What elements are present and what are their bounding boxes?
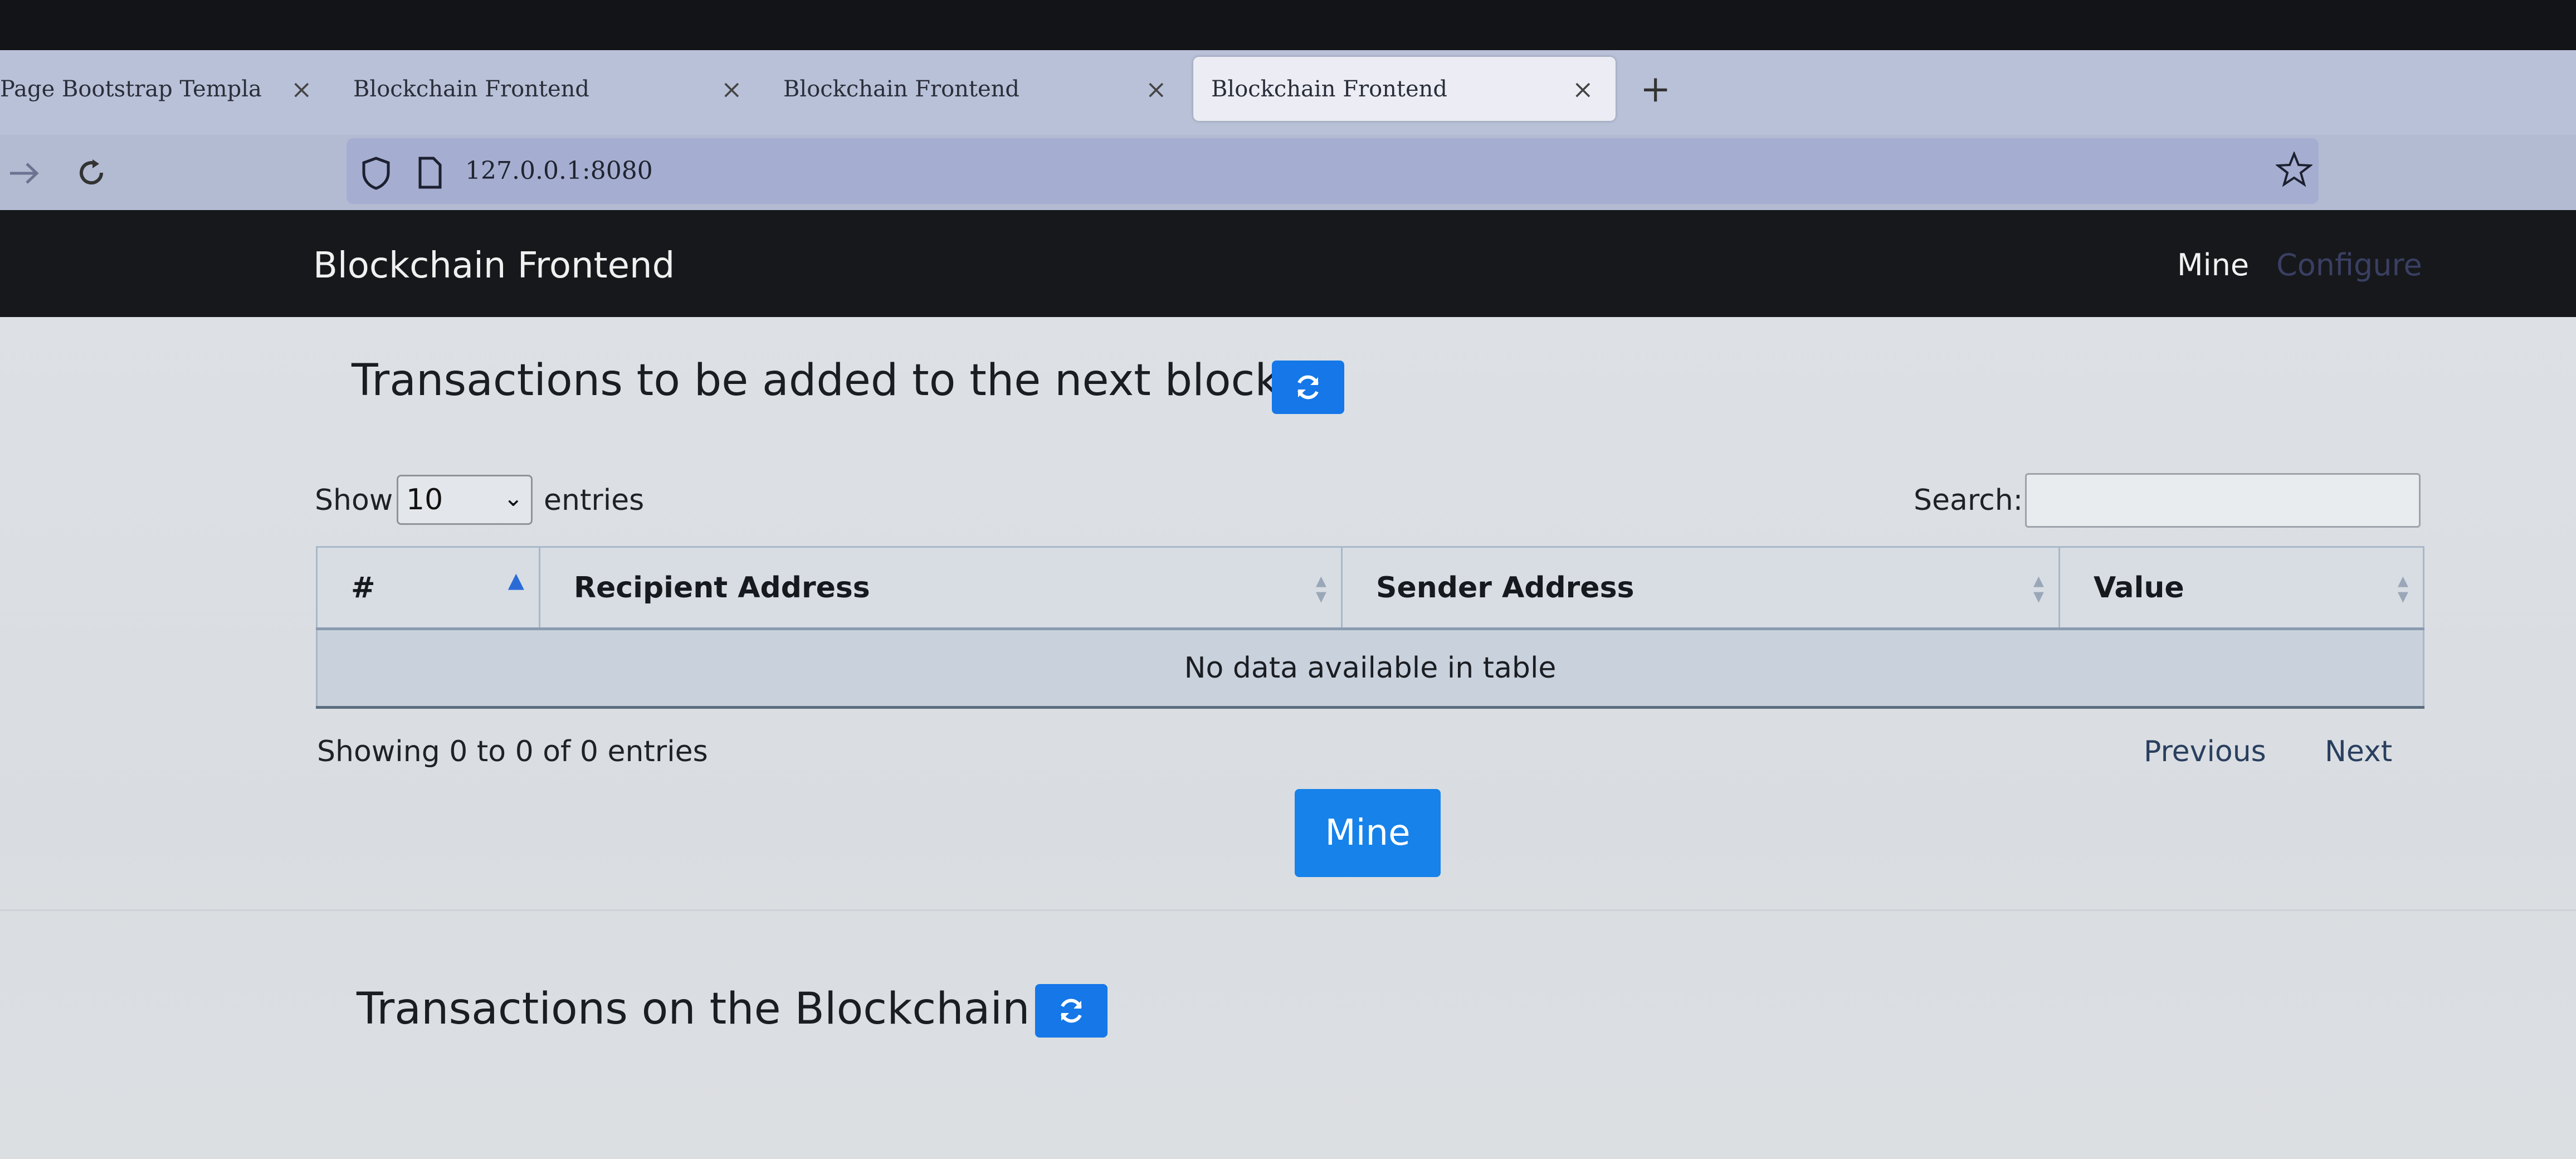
pagination-next[interactable]: Next: [2325, 735, 2392, 768]
column-label: Value: [2094, 571, 2184, 605]
close-icon[interactable]: ×: [291, 74, 313, 104]
page-length-value: 10: [406, 483, 443, 517]
star-icon[interactable]: [2276, 152, 2312, 187]
close-icon[interactable]: ×: [1572, 74, 1594, 104]
table-row: No data available in table: [316, 628, 2424, 709]
tab-title: Page Bootstrap Template: [0, 76, 262, 102]
page-icon: [418, 157, 442, 189]
tab-title: Blockchain Frontend: [353, 76, 590, 102]
forward-arrow-icon[interactable]: [8, 159, 41, 187]
tab-title: Blockchain Frontend: [783, 76, 1020, 102]
sort-asc-icon: ▲: [508, 568, 524, 592]
column-header-number[interactable]: # ▲: [316, 546, 540, 630]
sort-icon: ▴ ▾: [2397, 568, 2408, 608]
empty-table-message: No data available in table: [316, 628, 2424, 709]
nav-link-configure[interactable]: Configure: [2276, 247, 2422, 283]
screen-bezel: [0, 0, 2576, 50]
tab-2[interactable]: Blockchain Frontend ×: [353, 57, 754, 121]
pending-transactions-title: Transactions to be added to the next blo…: [352, 356, 1280, 406]
column-label: #: [351, 571, 375, 605]
show-label: Show: [315, 484, 393, 517]
pagination-previous[interactable]: Previous: [2144, 735, 2266, 768]
search-input[interactable]: [2025, 473, 2421, 528]
blockchain-transactions-title: Transactions on the Blockchain: [357, 984, 1030, 1034]
entries-label: entries: [544, 484, 645, 517]
sort-icon: ▴ ▾: [1315, 568, 1326, 608]
table-info: Showing 0 to 0 of 0 entries: [317, 735, 708, 768]
reload-icon[interactable]: [74, 155, 109, 191]
table-header-row: # ▲ Recipient Address ▴ ▾ Sender Address …: [316, 546, 2424, 630]
mine-button[interactable]: Mine: [1295, 789, 1441, 877]
refresh-icon: [1061, 999, 1082, 1023]
tab-title: Blockchain Frontend: [1211, 76, 1448, 102]
nav-link-mine[interactable]: Mine: [2177, 247, 2249, 283]
column-header-value[interactable]: Value ▴ ▾: [2058, 546, 2424, 630]
section-divider: [0, 909, 2576, 911]
url-text[interactable]: 127.0.0.1:8080: [465, 157, 653, 185]
refresh-chain-button[interactable]: [1035, 984, 1108, 1038]
navbar-brand[interactable]: Blockchain Frontend: [313, 245, 675, 286]
close-icon[interactable]: ×: [721, 74, 743, 104]
tab-1[interactable]: Page Bootstrap Template ×: [0, 57, 329, 121]
column-label: Recipient Address: [574, 571, 870, 605]
refresh-pending-button[interactable]: [1272, 361, 1344, 414]
new-tab-button[interactable]: +: [1640, 57, 1674, 121]
tab-active[interactable]: Blockchain Frontend ×: [1193, 57, 1616, 121]
tab-strip: Page Bootstrap Template × Blockchain Fro…: [0, 50, 2576, 135]
tab-3[interactable]: Blockchain Frontend ×: [783, 57, 1184, 121]
search-label: Search:: [1914, 484, 2023, 517]
close-icon[interactable]: ×: [1145, 74, 1167, 104]
chevron-down-icon: ⌄: [503, 484, 523, 512]
refresh-icon: [1297, 375, 1319, 400]
sort-icon: ▴ ▾: [2033, 568, 2044, 608]
column-header-sender-address[interactable]: Sender Address ▴ ▾: [1341, 546, 2060, 630]
column-header-recipient-address[interactable]: Recipient Address ▴ ▾: [539, 546, 1343, 630]
page-length-select[interactable]: 10 ⌄: [397, 475, 533, 525]
pending-transactions-table: # ▲ Recipient Address ▴ ▾ Sender Address …: [316, 546, 2424, 709]
column-label: Sender Address: [1376, 571, 1635, 605]
shield-icon[interactable]: [359, 156, 393, 191]
